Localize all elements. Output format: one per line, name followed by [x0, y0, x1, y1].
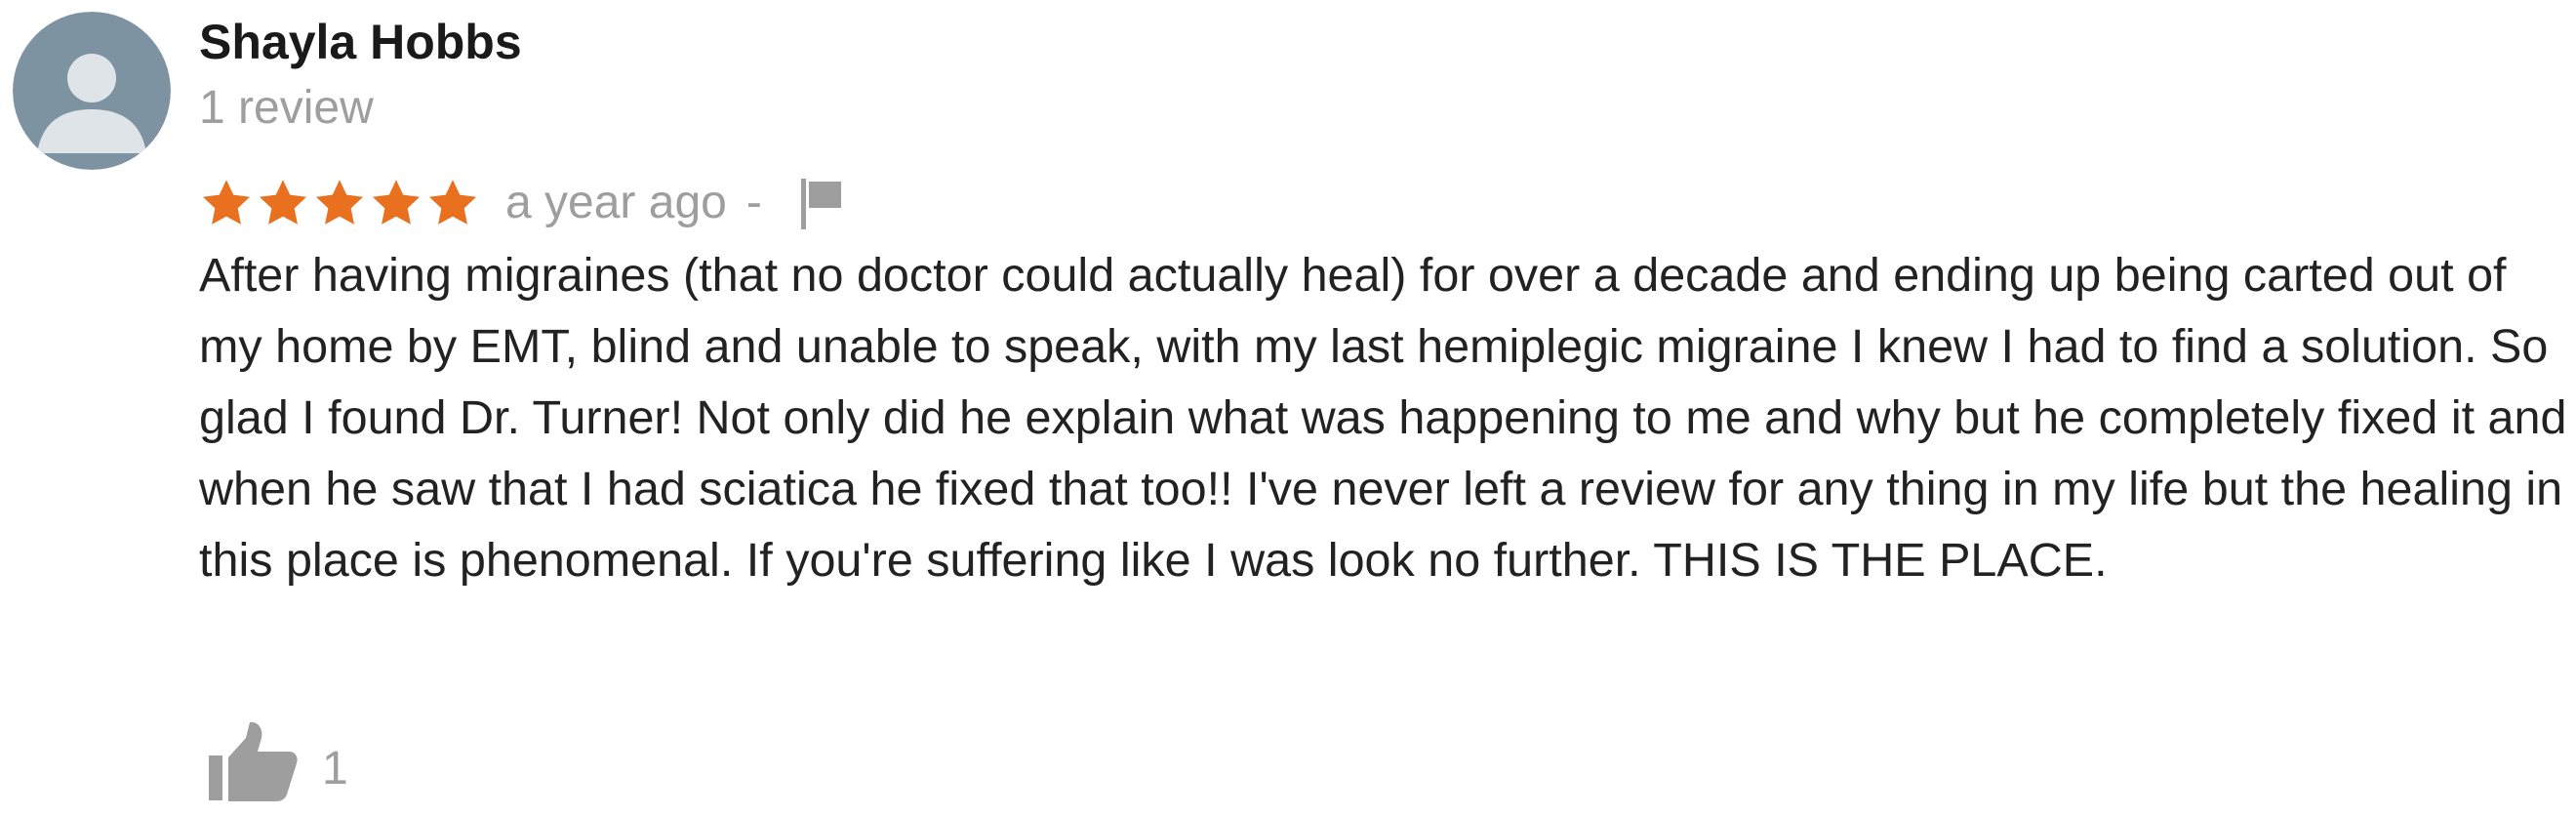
flag-icon	[800, 179, 841, 229]
review-meta-row: a year ago -	[199, 168, 846, 238]
review-time: a year ago	[505, 177, 727, 228]
avatar[interactable]	[13, 12, 171, 170]
like-count: 1	[322, 743, 348, 795]
like-button[interactable]	[203, 718, 301, 806]
star-icon	[428, 180, 477, 224]
star-icon	[202, 180, 251, 224]
flag-review-button[interactable]	[797, 175, 846, 231]
review-text: After having migraines (that no doctor c…	[199, 249, 2567, 587]
meta-separator: -	[745, 177, 762, 228]
author-review-count: 1 review	[199, 82, 374, 134]
thumbs-up-icon	[209, 721, 298, 801]
author-name[interactable]: Shayla Hobbs	[199, 10, 522, 74]
star-icon	[315, 180, 364, 224]
star-icon	[259, 180, 307, 224]
review-card: Shayla Hobbs 1 review a year ago - After…	[0, 0, 2576, 816]
default-person-avatar-icon	[13, 12, 171, 170]
star-rating	[199, 176, 480, 230]
star-icon	[372, 180, 421, 224]
